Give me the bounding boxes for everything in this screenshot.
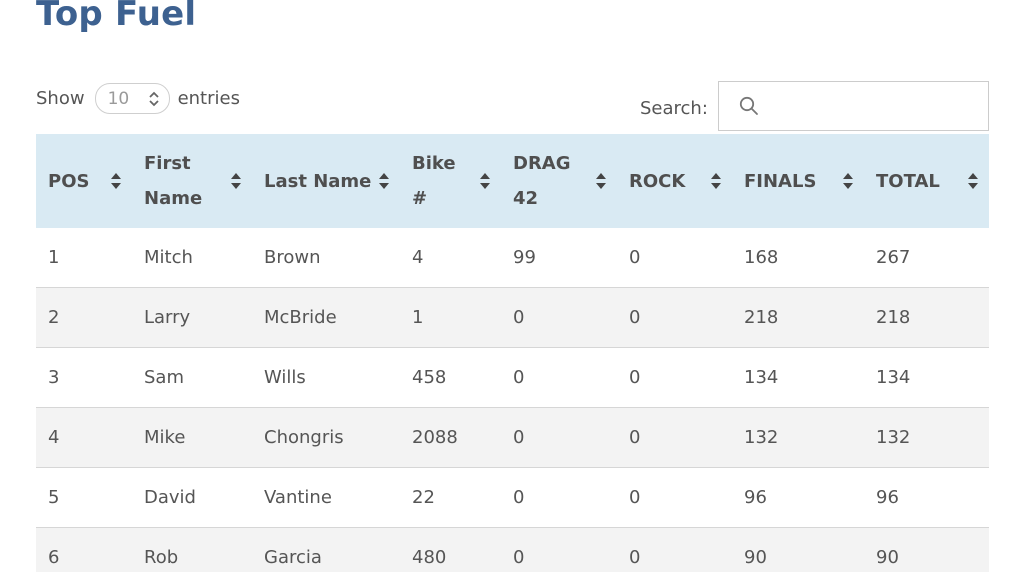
cell-pos: 5 (36, 467, 132, 528)
sort-icon (968, 173, 978, 189)
sort-icon (843, 173, 853, 189)
show-label: Show (36, 88, 85, 109)
sort-icon (711, 173, 721, 189)
cell-first-name: David (132, 467, 252, 528)
cell-bike-number: 2088 (400, 407, 501, 468)
entries-length-select[interactable]: 10 (94, 83, 170, 114)
cell-drag-42: 0 (501, 287, 617, 348)
table-header: POS First Name Last Name Bike # DRAG 42 ROCK F… (36, 134, 989, 228)
column-header-finals[interactable]: FINALS (732, 134, 864, 228)
search-label: Search: (640, 97, 708, 119)
table-body: 1 Mitch Brown 4 99 0 168 267 2 Larry McBride 1 0 0 218… (36, 228, 989, 572)
cell-last-name: McBride (252, 287, 400, 348)
cell-first-name: Sam (132, 347, 252, 408)
cell-bike-number: 458 (400, 347, 501, 408)
entries-length-control: Show 10 entries (36, 83, 240, 114)
column-header-label: TOTAL (876, 170, 940, 192)
cell-pos: 4 (36, 407, 132, 468)
sort-icon (111, 173, 121, 189)
cell-bike-number: 4 (412, 247, 424, 268)
search-control: Search: (640, 81, 989, 131)
table-row: 4 Mike Chongris 2088 0 0 132 132 (36, 407, 989, 468)
cell-drag-42: 99 (513, 247, 536, 268)
cell-finals: 168 (744, 247, 779, 268)
search-input[interactable] (717, 81, 989, 131)
search-icon (739, 96, 758, 115)
cell-drag-42: 0 (501, 407, 617, 468)
page: Top Fuel Show 10 entries Search: POS Fir… (0, 0, 1024, 572)
cell-total: 132 (864, 407, 989, 468)
cell-first-name: Mitch (144, 247, 193, 268)
cell-total: 96 (864, 467, 989, 528)
column-header-label: ROCK (629, 170, 686, 192)
sort-icon (231, 173, 241, 189)
cell-rock: 0 (617, 467, 732, 528)
cell-last-name: Garcia (252, 527, 400, 572)
select-arrows-icon (148, 91, 159, 106)
cell-first-name: Rob (132, 527, 252, 572)
column-header-last-name[interactable]: Last Name (252, 134, 400, 228)
cell-total: 267 (876, 247, 911, 268)
column-header-label: POS (48, 170, 90, 192)
cell-rock: 0 (617, 287, 732, 348)
cell-finals: 96 (732, 467, 864, 528)
cell-bike-number: 480 (400, 527, 501, 572)
cell-last-name: Brown (264, 247, 321, 268)
sort-icon (596, 173, 606, 189)
cell-pos: 3 (36, 347, 132, 408)
standings-table-wrapper: POS First Name Last Name Bike # DRAG 42 ROCK F… (36, 134, 989, 572)
entries-length-value: 10 (107, 88, 130, 109)
cell-bike-number: 22 (400, 467, 501, 528)
cell-pos: 6 (36, 527, 132, 572)
table-row: 2 Larry McBride 1 0 0 218 218 (36, 287, 989, 348)
standings-table: POS First Name Last Name Bike # DRAG 42 ROCK F… (36, 134, 989, 572)
cell-first-name: Mike (132, 407, 252, 468)
cell-total: 218 (864, 287, 989, 348)
cell-finals: 132 (732, 407, 864, 468)
sort-icon (480, 173, 490, 189)
cell-last-name: Wills (252, 347, 400, 408)
column-header-total[interactable]: TOTAL (864, 134, 989, 228)
page-title: Top Fuel (36, 0, 197, 34)
cell-last-name: Vantine (252, 467, 400, 528)
column-header-label: FINALS (744, 170, 817, 192)
table-row: 5 David Vantine 22 0 0 96 96 (36, 467, 989, 528)
cell-rock: 0 (617, 407, 732, 468)
cell-finals: 90 (732, 527, 864, 572)
column-header-first-name[interactable]: First Name (132, 134, 252, 228)
sort-icon (379, 173, 389, 189)
cell-finals: 134 (732, 347, 864, 408)
table-row: 3 Sam Wills 458 0 0 134 134 (36, 347, 989, 408)
column-header-label: DRAG 42 (513, 153, 571, 209)
cell-pos: 1 (48, 247, 60, 268)
column-header-bike-number[interactable]: Bike # (400, 134, 501, 228)
cell-drag-42: 0 (501, 527, 617, 572)
cell-drag-42: 0 (501, 467, 617, 528)
table-row: 6 Rob Garcia 480 0 0 90 90 (36, 527, 989, 572)
column-header-label: First Name (144, 153, 203, 209)
table-row: 1 Mitch Brown 4 99 0 168 267 (36, 228, 989, 288)
cell-rock: 0 (629, 247, 641, 268)
cell-finals: 218 (732, 287, 864, 348)
column-header-rock[interactable]: ROCK (617, 134, 732, 228)
cell-pos: 2 (36, 287, 132, 348)
cell-total: 90 (864, 527, 989, 572)
cell-bike-number: 1 (400, 287, 501, 348)
cell-rock: 0 (617, 527, 732, 572)
column-header-pos[interactable]: POS (36, 134, 132, 228)
cell-last-name: Chongris (252, 407, 400, 468)
column-header-drag-42[interactable]: DRAG 42 (501, 134, 617, 228)
cell-rock: 0 (617, 347, 732, 408)
entries-label: entries (177, 88, 240, 109)
cell-drag-42: 0 (501, 347, 617, 408)
cell-total: 134 (864, 347, 989, 408)
table-header-row: POS First Name Last Name Bike # DRAG 42 ROCK F… (36, 134, 989, 228)
cell-first-name: Larry (132, 287, 252, 348)
